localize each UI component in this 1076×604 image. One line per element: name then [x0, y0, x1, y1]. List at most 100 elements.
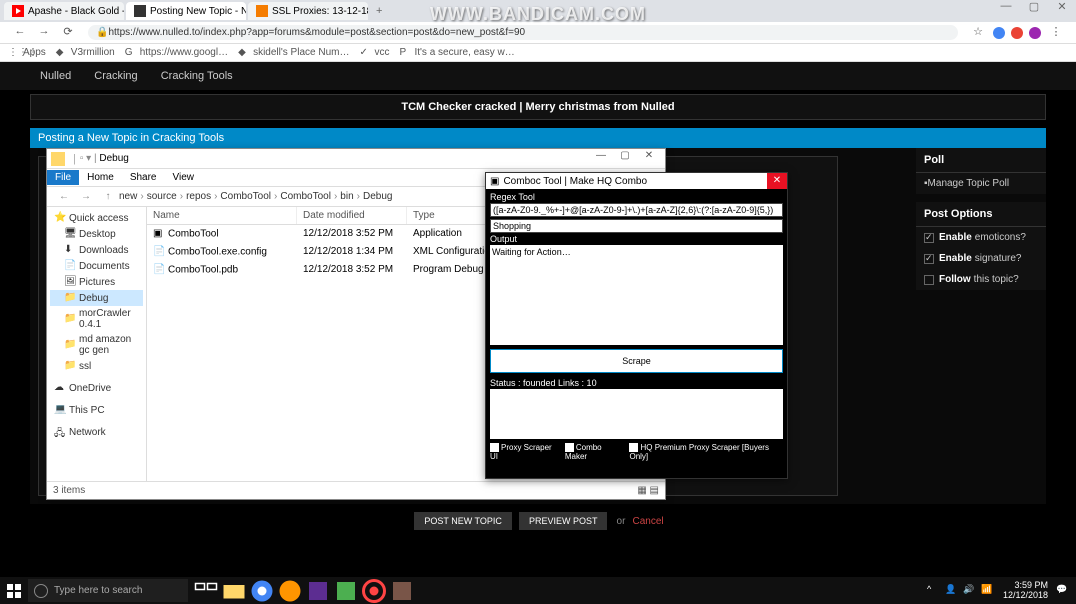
bookmark-item[interactable]: PIt's a secure, easy w…	[399, 47, 514, 59]
search-box[interactable]: Type here to search	[28, 579, 188, 602]
scrape-button[interactable]: Scrape	[490, 349, 783, 373]
network-icon[interactable]: 🔊	[963, 584, 977, 598]
extension-icon[interactable]	[1010, 26, 1024, 40]
new-tab-button[interactable]: +	[370, 3, 388, 19]
url-field[interactable]: 🔒 https://www.nulled.to/index.php?app=fo…	[88, 25, 958, 40]
regex-input[interactable]	[490, 203, 783, 217]
bookmark-item[interactable]: Ghttps://www.googl…	[125, 47, 228, 59]
tab-nulled[interactable]: Posting New Topic - Nulled ×	[126, 2, 246, 20]
tab-proxies[interactable]: SSL Proxies: 13-12-18 | Free SSL ×	[248, 2, 368, 20]
checkbox[interactable]	[924, 275, 934, 285]
start-button[interactable]	[0, 577, 28, 604]
nav-debug[interactable]: 📁Debug	[50, 290, 143, 306]
close-button[interactable]: ✕	[637, 150, 661, 168]
nav-documents[interactable]: 📄Documents	[50, 258, 143, 274]
option-hq-premium[interactable]: HQ Premium Proxy Scraper [Buyers Only]	[629, 443, 783, 461]
window-title: Comboc Tool | Make HQ Combo	[503, 176, 767, 187]
cancel-link[interactable]: Cancel	[632, 516, 663, 527]
checkbox[interactable]	[924, 233, 934, 243]
app-taskbar-icon[interactable]	[334, 579, 358, 603]
task-view-button[interactable]	[194, 579, 218, 603]
preview-button[interactable]: PREVIEW POST	[519, 512, 608, 530]
checkbox[interactable]	[565, 443, 574, 452]
tray-chevron-icon[interactable]: ^	[927, 584, 941, 598]
bandicam-taskbar-icon[interactable]	[362, 579, 386, 603]
notifications-icon[interactable]: 💬	[1056, 584, 1070, 598]
up-button[interactable]: ↑	[101, 191, 115, 202]
chrome-taskbar-icon[interactable]	[250, 579, 274, 603]
nav-onedrive[interactable]: ☁OneDrive	[50, 380, 143, 396]
nav-thispc[interactable]: 💻This PC	[50, 402, 143, 418]
col-date[interactable]: Date modified	[297, 207, 407, 224]
people-icon[interactable]: 👤	[945, 584, 959, 598]
share-tab[interactable]: Share	[122, 170, 165, 185]
nav-downloads[interactable]: ⬇Downloads	[50, 242, 143, 258]
option-combo-maker[interactable]: Combo Maker	[565, 443, 624, 461]
system-tray: ^ 👤 🔊 📶 3:59 PM 12/12/2018 💬	[925, 581, 1076, 601]
tab-label: Posting New Topic - Nulled	[150, 6, 246, 17]
forward-button[interactable]: →	[79, 191, 93, 202]
back-button[interactable]: ←	[12, 25, 28, 41]
explorer-titlebar[interactable]: | ▫ ▾ | Debug — ▢ ✕	[47, 149, 665, 169]
bc-segment[interactable]: ComboTool	[220, 191, 271, 202]
nav-folder[interactable]: 📁md amazon gc gen	[50, 332, 143, 358]
search-input[interactable]	[490, 219, 783, 233]
tab-label: Apashe - Black Gold - YouTu	[28, 6, 124, 17]
os-close-button[interactable]: ✕	[1048, 0, 1076, 18]
nav-quick-access[interactable]: ⭐Quick access	[50, 210, 143, 226]
apps-button[interactable]: ⋮⋮⋮Apps	[8, 47, 46, 59]
view-tab[interactable]: View	[165, 170, 203, 185]
nav-link[interactable]: Cracking Tools	[151, 66, 243, 86]
clock[interactable]: 3:59 PM 12/12/2018	[1003, 581, 1048, 601]
manage-poll-link[interactable]: ▪ Manage Topic Poll	[916, 173, 1046, 194]
menu-icon[interactable]: ⋮	[1048, 25, 1064, 41]
bc-segment[interactable]: ComboTool	[280, 191, 331, 202]
nav-network[interactable]: 🖧Network	[50, 424, 143, 440]
nav-folder[interactable]: 📁morCrawler 0.4.1	[50, 306, 143, 332]
minimize-button[interactable]: —	[589, 150, 613, 168]
bc-segment[interactable]: new	[119, 191, 137, 202]
app-taskbar-icon[interactable]	[390, 579, 414, 603]
home-tab[interactable]: Home	[79, 170, 122, 185]
bc-segment[interactable]: repos	[186, 191, 211, 202]
documents-icon: 📄	[64, 260, 76, 272]
firefox-taskbar-icon[interactable]	[278, 579, 302, 603]
os-max-button[interactable]: ▢	[1020, 0, 1048, 18]
os-min-button[interactable]: —	[992, 0, 1020, 18]
explorer-taskbar-icon[interactable]	[222, 579, 246, 603]
close-button[interactable]: ✕	[767, 173, 787, 189]
bookmark-item[interactable]: ◆skidell's Place Num…	[238, 47, 349, 59]
nav-pictures[interactable]: 🖼Pictures	[50, 274, 143, 290]
star-icon[interactable]: ☆	[970, 25, 986, 41]
nav-desktop[interactable]: 🖥Desktop	[50, 226, 143, 242]
checkbox[interactable]	[629, 443, 638, 452]
maximize-button[interactable]: ▢	[613, 150, 637, 168]
option-follow[interactable]: Followthis topic?	[916, 269, 1046, 290]
nav-folder[interactable]: 📁ssl	[50, 358, 143, 374]
nav-link[interactable]: Cracking	[84, 66, 147, 86]
reload-button[interactable]: ⟳	[60, 25, 76, 41]
view-toggle[interactable]: ▦ ▤	[637, 485, 659, 496]
post-topic-button[interactable]: POST NEW TOPIC	[414, 512, 512, 530]
bookmark-item[interactable]: ✓vcc	[359, 47, 389, 59]
wifi-icon[interactable]: 📶	[981, 584, 995, 598]
combo-titlebar[interactable]: ▣ Comboc Tool | Make HQ Combo ✕	[486, 173, 787, 189]
file-tab[interactable]: File	[47, 170, 79, 185]
tab-youtube[interactable]: Apashe - Black Gold - YouTu ×	[4, 2, 124, 20]
profile-icon[interactable]	[1028, 26, 1042, 40]
forward-button[interactable]: →	[36, 25, 52, 41]
option-emoticons[interactable]: Enableemoticons?	[916, 227, 1046, 248]
bc-segment[interactable]: bin	[340, 191, 353, 202]
checkbox[interactable]	[924, 254, 934, 264]
option-signature[interactable]: Enablesignature?	[916, 248, 1046, 269]
vs-taskbar-icon[interactable]	[306, 579, 330, 603]
option-proxy-scraper[interactable]: Proxy Scraper UI	[490, 443, 559, 461]
bookmark-item[interactable]: ◆V3rmillion	[56, 47, 115, 59]
extension-icon[interactable]	[992, 26, 1006, 40]
col-name[interactable]: Name	[147, 207, 297, 224]
back-button[interactable]: ←	[57, 191, 71, 202]
bc-segment[interactable]: source	[147, 191, 177, 202]
nav-link[interactable]: Nulled	[30, 66, 81, 86]
bc-segment[interactable]: Debug	[363, 191, 392, 202]
checkbox[interactable]	[490, 443, 499, 452]
